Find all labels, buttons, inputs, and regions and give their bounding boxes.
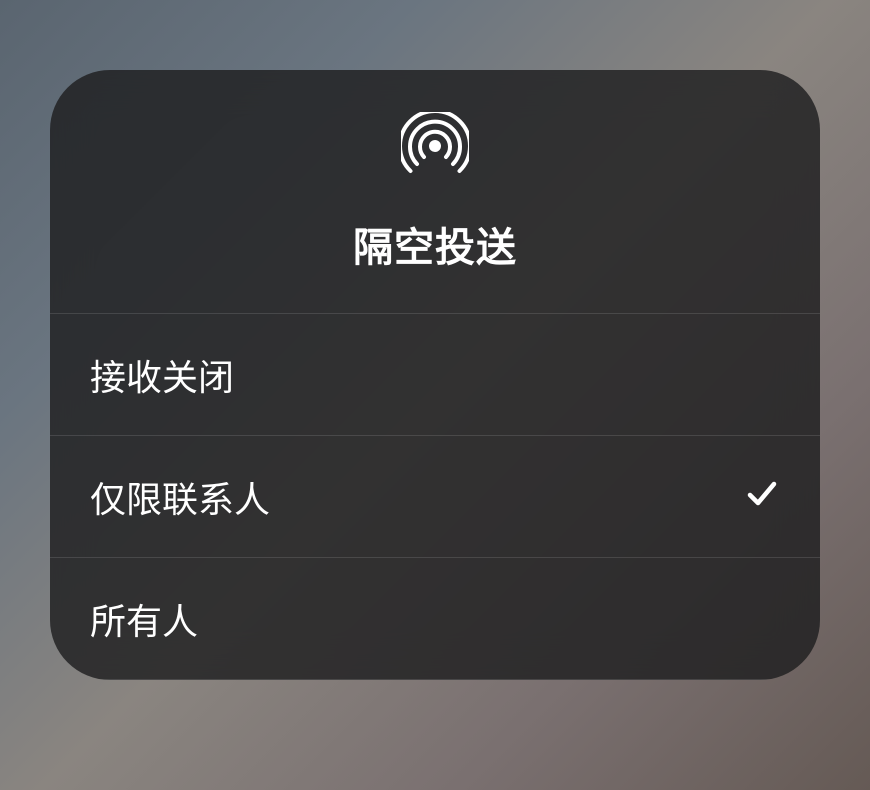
option-label: 仅限联系人 [90,471,270,523]
option-everyone[interactable]: 所有人 [50,558,820,680]
option-label: 所有人 [90,593,198,645]
airdrop-icon [401,112,469,185]
option-contacts-only[interactable]: 仅限联系人 [50,436,820,558]
option-label: 接收关闭 [90,349,234,401]
panel-header: 隔空投送 [50,70,820,314]
option-receiving-off[interactable]: 接收关闭 [50,314,820,436]
checkmark-icon [744,476,780,517]
panel-title: 隔空投送 [353,215,517,273]
airdrop-settings-panel: 隔空投送 接收关闭 仅限联系人 所有人 [50,70,820,680]
